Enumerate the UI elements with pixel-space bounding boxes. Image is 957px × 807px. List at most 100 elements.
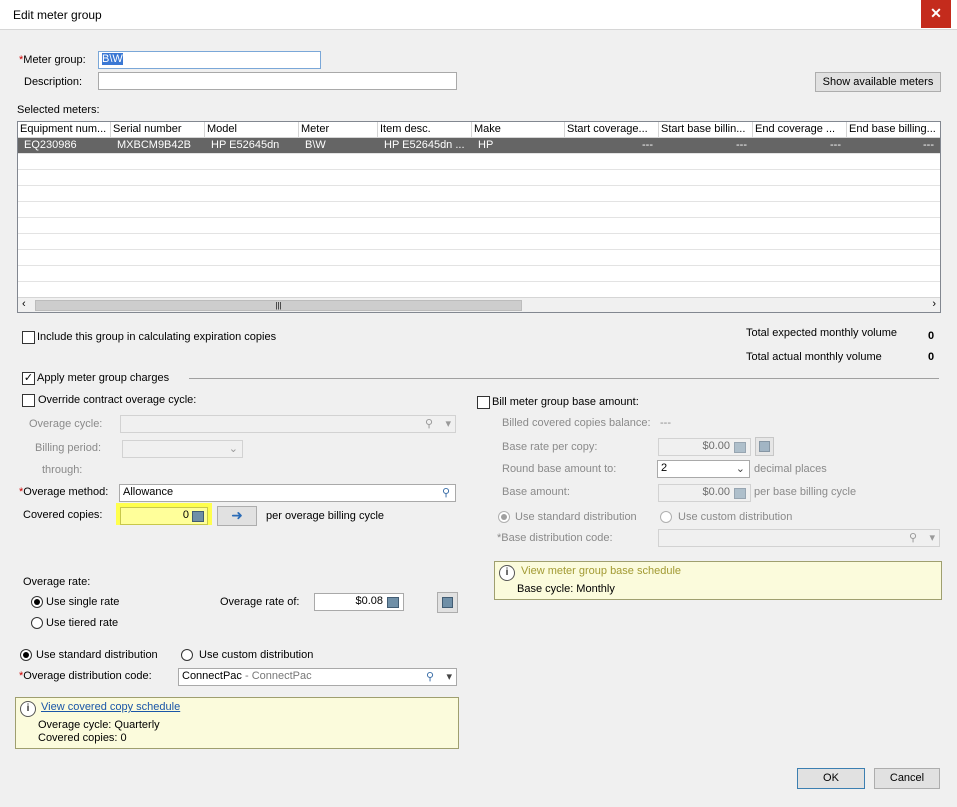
description-input[interactable] — [98, 72, 457, 90]
options-icon[interactable]: ▾ — [445, 417, 451, 430]
include-expiration-checkbox[interactable] — [22, 331, 35, 344]
billing-period-label: Billing period: — [35, 442, 102, 454]
distribution-code-input[interactable]: ConnectPac - ConnectPac ⚲ ▾ — [178, 668, 457, 686]
override-cycle-label: Override contract overage cycle: — [38, 394, 197, 406]
calculator-icon[interactable] — [387, 597, 399, 608]
title-bar: Edit meter group ✕ — [0, 0, 957, 30]
chevron-down-icon[interactable]: ⌄ — [229, 442, 238, 455]
calculator-icon[interactable] — [734, 488, 746, 499]
column-header[interactable]: Item desc. — [378, 122, 472, 137]
schedule-button[interactable] — [437, 592, 458, 613]
calculator-icon[interactable] — [192, 511, 204, 522]
base-amount-input[interactable]: $0.00 — [658, 484, 751, 502]
column-header[interactable]: Start base billin... — [659, 122, 753, 137]
empty-row — [18, 154, 940, 170]
base-distribution-code-input[interactable]: ⚲ ▾ — [658, 529, 940, 547]
show-available-meters-button[interactable]: Show available meters — [815, 72, 941, 92]
chevron-down-icon[interactable]: ⌄ — [736, 462, 745, 475]
distribution-code-value: ConnectPac — [182, 670, 242, 682]
apply-charges-checkbox[interactable]: ✓ — [22, 372, 35, 385]
override-cycle-checkbox[interactable] — [22, 394, 35, 407]
overage-method-value: Allowance — [123, 486, 174, 498]
scroll-left-icon[interactable]: ‹ — [22, 298, 26, 310]
column-header[interactable]: Meter — [299, 122, 378, 137]
round-base-value: 2 — [661, 462, 668, 474]
calculator-icon[interactable] — [734, 442, 746, 453]
search-icon[interactable]: ⚲ — [442, 486, 450, 499]
standard-distribution-radio[interactable] — [20, 649, 32, 661]
overage-rate-of-label: Overage rate of: — [220, 596, 300, 608]
table-cell: --- — [830, 139, 841, 151]
table-cell: --- — [736, 139, 747, 151]
empty-row — [18, 218, 940, 234]
view-covered-copy-schedule-link[interactable]: View covered copy schedule — [41, 701, 180, 713]
single-rate-label: Use single rate — [46, 596, 120, 608]
empty-row — [18, 266, 940, 282]
options-icon[interactable]: ▾ — [446, 670, 452, 683]
distribution-code-label: *Overage distribution code: — [19, 670, 152, 682]
base-standard-distribution-label: Use standard distribution — [515, 511, 637, 523]
search-icon[interactable]: ⚲ — [909, 531, 917, 544]
covered-copies-input[interactable]: 0 — [120, 507, 208, 525]
round-base-label: Round base amount to: — [502, 463, 617, 475]
base-schedule-button[interactable] — [755, 437, 774, 456]
description-label: Description: — [24, 76, 83, 88]
apply-charges-label: Apply meter group charges — [37, 372, 170, 384]
total-expected-label: Total expected monthly volume — [746, 327, 898, 339]
search-icon[interactable]: ⚲ — [426, 670, 434, 683]
custom-distribution-radio[interactable] — [181, 649, 193, 661]
schedule-copies-text: Covered copies: 0 — [38, 732, 127, 744]
column-header[interactable]: Model — [205, 122, 299, 137]
single-rate-radio[interactable] — [31, 596, 43, 608]
column-header[interactable]: End base billing... — [847, 122, 940, 137]
table-row[interactable]: EQ230986 MXBCM9B42B HP E52645dn B\W HP E… — [18, 138, 940, 154]
overage-rate-input[interactable]: $0.08 — [314, 593, 404, 611]
empty-row — [18, 202, 940, 218]
meters-grid[interactable]: Equipment num... Serial number Model Met… — [17, 121, 941, 313]
search-icon[interactable]: ⚲ — [425, 417, 433, 430]
meter-group-input[interactable]: B\W — [98, 51, 321, 69]
column-header[interactable]: Serial number — [111, 122, 205, 137]
calendar-icon — [759, 441, 770, 452]
info-icon: i — [20, 701, 36, 717]
base-rate-input[interactable]: $0.00 — [658, 438, 751, 456]
base-custom-distribution-radio[interactable] — [660, 511, 672, 523]
overage-cycle-input[interactable]: ⚲ ▾ — [120, 415, 456, 433]
tiered-rate-radio[interactable] — [31, 617, 43, 629]
column-header[interactable]: Make — [472, 122, 565, 137]
standard-distribution-label: Use standard distribution — [36, 649, 158, 661]
table-cell: HP — [478, 139, 494, 151]
cancel-button[interactable]: Cancel — [874, 768, 940, 789]
per-base-cycle-label: per base billing cycle — [754, 486, 857, 498]
view-base-schedule-link[interactable]: View meter group base schedule — [521, 565, 681, 577]
horizontal-scrollbar[interactable]: ‹ ||| › — [18, 297, 940, 312]
scroll-right-icon[interactable]: › — [932, 298, 936, 310]
round-base-select[interactable]: 2 ⌄ — [657, 460, 750, 478]
base-custom-distribution-label: Use custom distribution — [678, 511, 793, 523]
divider — [189, 378, 939, 379]
close-button[interactable]: ✕ — [921, 0, 951, 28]
window-title: Edit meter group — [13, 8, 102, 22]
column-header[interactable]: Equipment num... — [18, 122, 111, 137]
through-label: through: — [42, 464, 83, 476]
scrollbar-thumb[interactable]: ||| — [35, 300, 522, 311]
distribution-code-desc: - ConnectPac — [241, 670, 312, 682]
ok-button[interactable]: OK — [797, 768, 865, 789]
meter-group-label: *Meter group: — [19, 54, 86, 66]
table-cell: B\W — [305, 139, 326, 151]
column-header[interactable]: Start coverage... — [565, 122, 659, 137]
empty-row — [18, 186, 940, 202]
column-header[interactable]: End coverage ... — [753, 122, 847, 137]
billing-period-select[interactable]: ⌄ — [122, 440, 243, 458]
bill-base-checkbox[interactable] — [477, 396, 490, 409]
tiered-rate-label: Use tiered rate — [46, 617, 119, 629]
empty-row — [18, 250, 940, 266]
table-cell: --- — [923, 139, 934, 151]
base-standard-distribution-radio[interactable] — [498, 511, 510, 523]
overage-method-input[interactable]: Allowance ⚲ — [119, 484, 456, 502]
options-icon[interactable]: ▾ — [929, 531, 935, 544]
arrow-right-icon[interactable]: ➜ — [217, 506, 257, 526]
table-cell: --- — [642, 139, 653, 151]
covered-copy-schedule-box: i View covered copy schedule Overage cyc… — [15, 697, 459, 749]
table-cell: EQ230986 — [24, 139, 77, 151]
